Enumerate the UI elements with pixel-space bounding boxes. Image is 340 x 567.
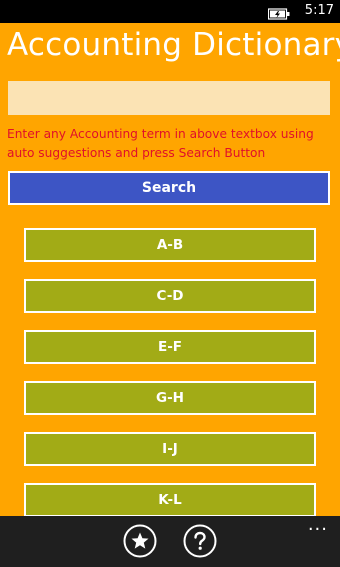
status-time: 5:17: [304, 3, 334, 18]
search-button[interactable]: Search: [8, 171, 330, 205]
battery-charging-icon: [267, 5, 290, 20]
more-options-button[interactable]: ...: [308, 516, 328, 534]
letter-range-button[interactable]: E-F: [24, 330, 316, 364]
search-instructions: Enter any Accounting term in above textb…: [7, 127, 314, 160]
help-button[interactable]: [183, 524, 217, 558]
letter-range-list: A-B C-D E-F G-H I-J K-L: [24, 228, 316, 534]
status-bar: 5:17: [0, 0, 340, 23]
star-icon: [123, 524, 157, 558]
app-title: Accounting Dictionary: [7, 27, 340, 63]
letter-range-button[interactable]: K-L: [24, 483, 316, 517]
help-icon: [183, 524, 217, 558]
letter-range-button[interactable]: A-B: [24, 228, 316, 262]
search-input[interactable]: [8, 81, 330, 115]
app-bar: ...: [0, 516, 340, 567]
letter-range-button[interactable]: C-D: [24, 279, 316, 313]
letter-range-button[interactable]: G-H: [24, 381, 316, 415]
letter-range-button[interactable]: I-J: [24, 432, 316, 466]
favorites-button[interactable]: [123, 524, 157, 558]
